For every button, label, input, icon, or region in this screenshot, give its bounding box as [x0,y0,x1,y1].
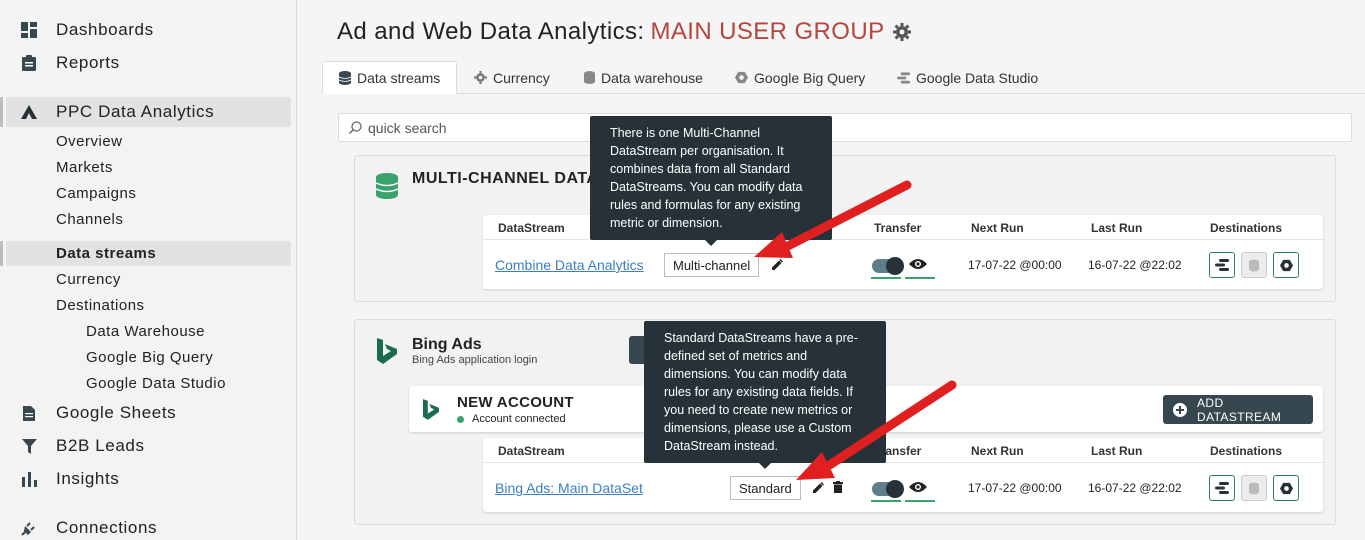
sidebar-item-markets[interactable]: Markets [56,159,113,176]
sidebar-item-dashboards[interactable]: Dashboards [20,20,154,40]
sidebar-item-channels[interactable]: Channels [56,211,123,228]
red-arrow [754,180,912,258]
sidebar-item-destinations[interactable]: Destinations [56,297,145,314]
sidebar-item-data-streams[interactable]: Data streams [56,245,156,262]
report-icon [20,54,38,72]
sidebar-item-google-big-query[interactable]: Google Big Query [86,349,213,366]
funnel-icon [20,437,38,455]
active-marker [0,241,3,266]
sidebar-item-currency[interactable]: Currency [56,271,121,288]
sidebar: Dashboards Reports PPC Data Analytics Ov… [0,0,297,540]
red-arrow [796,380,957,480]
dashboard-icon [20,21,38,39]
sidebar-item-b2b-leads[interactable]: B2B Leads [20,436,145,456]
sidebar-item-connections[interactable]: Connections [20,518,157,538]
plug-icon [20,519,38,537]
main-content: Ad and Web Data Analytics: MAIN USER GRO… [322,0,1365,540]
ppc-icon [20,103,38,121]
sidebar-item-data-warehouse[interactable]: Data Warehouse [86,323,205,340]
sidebar-item-overview[interactable]: Overview [56,133,123,150]
sheet-icon [20,404,38,422]
active-marker [0,97,3,127]
bar-chart-icon [20,470,38,488]
sidebar-item-campaigns[interactable]: Campaigns [56,185,136,202]
sidebar-item-insights[interactable]: Insights [20,469,119,489]
sidebar-item-google-sheets[interactable]: Google Sheets [20,403,176,423]
sidebar-item-reports[interactable]: Reports [20,53,120,73]
sidebar-item-ppc[interactable]: PPC Data Analytics [20,102,214,122]
annotation-arrows [754,180,957,480]
sidebar-item-google-data-studio[interactable]: Google Data Studio [86,375,226,392]
